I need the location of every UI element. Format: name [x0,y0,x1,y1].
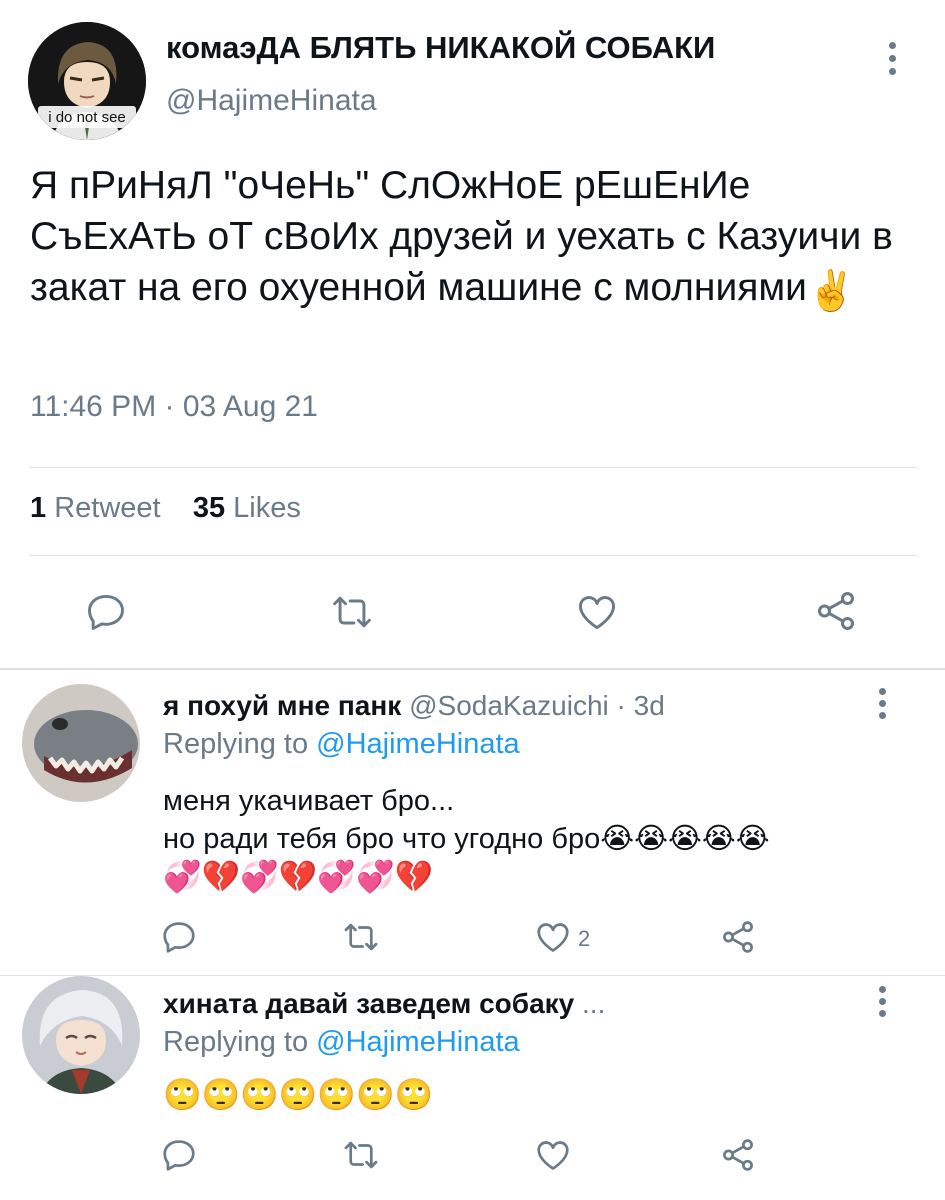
like-icon[interactable] [534,1136,572,1174]
reply-text-line: меня укачивает бро... [163,785,455,817]
replying-to: Replying to @HajimeHinata [163,728,520,761]
tweet-stats: 1 Retweet 35 Likes [30,492,301,525]
divider [30,555,916,556]
reply-header: я похуй мне панк @SodaKazuichi · 3d [163,690,665,722]
replying-prefix: Replying to [163,728,309,760]
avatar[interactable] [22,684,140,802]
reply-text-line: но ради тебя бро что угодно бро😭😭😭😭😭 [163,823,770,855]
share-icon[interactable] [719,1136,757,1174]
reply-icon[interactable] [160,1136,198,1174]
more-vertical-icon[interactable] [882,38,902,78]
like-count[interactable]: 2 [578,926,590,952]
likes-label[interactable]: Likes [233,492,301,524]
retweet-label[interactable]: Retweet [54,492,160,524]
timestamp[interactable]: 11:46 PM · 03 Aug 21 [30,390,318,424]
share-icon[interactable] [719,918,757,956]
display-name[interactable]: хината давай заведем собаку [163,988,574,1019]
reply-icon[interactable] [160,918,198,956]
reply-tweet[interactable]: я похуй мне панк @SodaKazuichi · 3d Repl… [0,670,945,975]
retweet-icon[interactable] [342,1136,380,1174]
handle[interactable]: @SodaKazuichi [409,690,609,721]
retweet-count[interactable]: 1 [30,492,46,524]
retweet-icon[interactable] [330,590,374,634]
replying-to: Replying to @HajimeHinata [163,1026,520,1059]
mention-link[interactable]: @HajimeHinata [316,728,520,760]
handle[interactable]: @HajimeHinata [166,84,377,118]
avatar[interactable] [22,976,140,1094]
reply-icon[interactable] [84,590,128,634]
reply-tweet[interactable]: хината давай заведем собаку ... Replying… [0,976,945,1200]
tweet-body: Я пРиНяЛ "оЧеНь" СлОжНоЕ рЕшЕнИе СъЕхАтЬ… [30,164,893,309]
more-vertical-icon[interactable] [872,986,892,1026]
avatar[interactable]: i do not see [28,22,146,140]
victory-hand-emoji: ✌️ [806,270,856,313]
main-tweet: i do not see комаэДА БЛЯТЬ НИКАКОЙ СОБАК… [0,0,945,668]
reply-text-line: 🙄🙄🙄🙄🙄🙄🙄 [163,1077,434,1112]
display-name[interactable]: я похуй мне панк [163,690,401,721]
reply-header: хината давай заведем собаку ... [163,988,605,1020]
share-icon[interactable] [813,588,859,634]
reply-text-line: 💞💔💞💔💞💞💔 [163,859,434,894]
divider [30,467,916,468]
avatar-caption: i do not see [48,109,126,126]
name-ellipsis: ... [582,988,606,1019]
more-vertical-icon[interactable] [872,688,892,728]
tweet-text: Я пРиНяЛ "оЧеНь" СлОжНоЕ рЕшЕнИе СъЕхАтЬ… [30,160,920,317]
display-name[interactable]: комаэДА БЛЯТЬ НИКАКОЙ СОБАКИ [166,30,715,66]
reply-age[interactable]: · 3d [617,690,665,721]
retweet-icon[interactable] [342,918,380,956]
replying-prefix: Replying to [163,1026,309,1058]
like-icon[interactable] [534,918,572,956]
like-icon[interactable] [575,590,619,634]
like-count[interactable]: 35 [193,492,225,524]
mention-link[interactable]: @HajimeHinata [316,1026,520,1058]
